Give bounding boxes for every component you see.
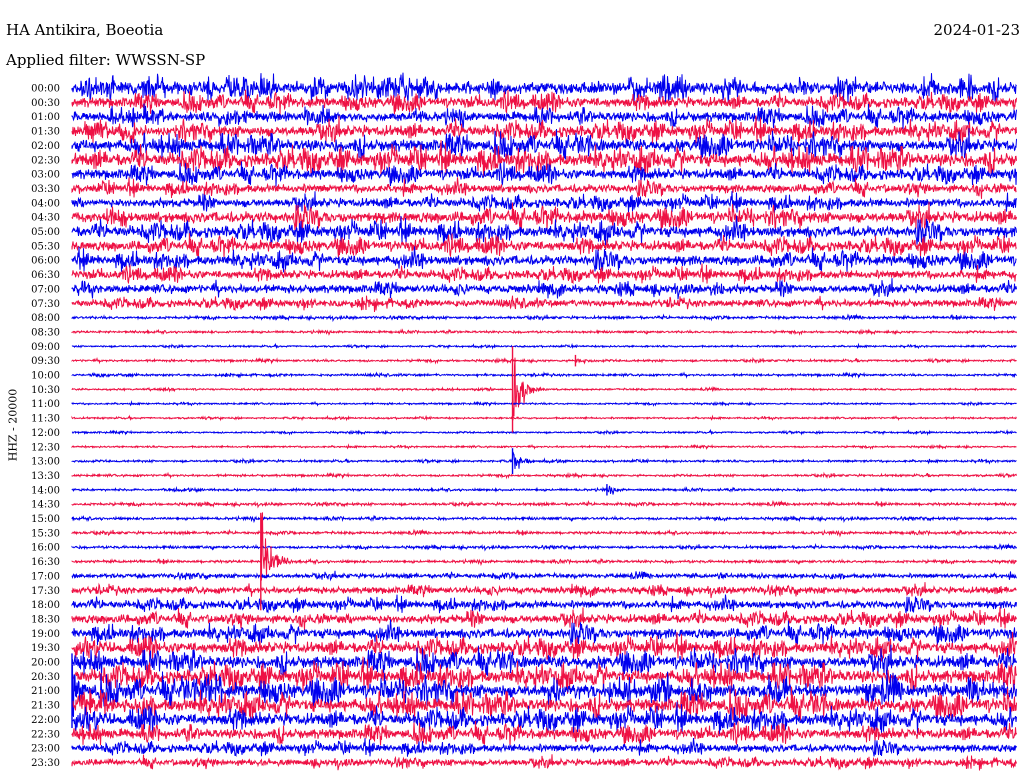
time-tick-label: 05:00 [31, 227, 60, 238]
time-tick-label: 12:00 [31, 428, 60, 439]
time-tick-label: 09:00 [31, 342, 60, 353]
time-tick-label: 22:00 [31, 715, 60, 726]
time-tick-label: 10:30 [31, 385, 60, 396]
trace-line [71, 451, 1017, 470]
time-tick-label: 10:00 [31, 371, 60, 382]
time-tick-label: 07:00 [31, 284, 60, 295]
trace-line [71, 263, 1017, 285]
trace-line [71, 356, 1017, 365]
time-tick-label: 04:30 [31, 213, 60, 224]
time-tick-label: 16:30 [31, 557, 60, 568]
trace-line [71, 528, 1017, 538]
time-tick-label: 03:30 [31, 184, 60, 195]
time-tick-label: 19:30 [31, 643, 60, 654]
time-tick-label: 03:00 [31, 170, 60, 181]
trace-line [71, 342, 1017, 350]
time-tick-label: 08:30 [31, 327, 60, 338]
trace-line [71, 499, 1017, 509]
trace-line [71, 313, 1017, 323]
trace-line [71, 414, 1017, 422]
time-tick-label: 16:00 [31, 543, 60, 554]
trace-line [71, 177, 1017, 199]
trace-line [71, 542, 1017, 552]
time-tick-label: 18:30 [31, 614, 60, 625]
trace-line [71, 371, 1017, 379]
time-tick-label: 17:00 [31, 571, 60, 582]
time-tick-label: 11:00 [31, 399, 60, 410]
trace-line [71, 328, 1017, 336]
time-tick-label: 21:30 [31, 701, 60, 712]
trace-line [71, 89, 1017, 115]
trace-line [71, 428, 1017, 436]
time-tick-label: 07:30 [31, 299, 60, 310]
time-tick-label: 19:00 [31, 629, 60, 640]
time-tick-label: 02:30 [31, 155, 60, 166]
time-tick-label: 23:00 [31, 744, 60, 755]
time-tick-label: 13:30 [31, 471, 60, 482]
trace-group [71, 72, 1017, 771]
trace-line [71, 400, 1017, 407]
time-tick-label: 14:00 [31, 485, 60, 496]
time-tick-label: 04:00 [31, 198, 60, 209]
trace-line [71, 295, 1017, 313]
trace-line [71, 233, 1017, 259]
time-tick-label: 13:00 [31, 457, 60, 468]
trace-line [71, 737, 1017, 758]
time-tick-label: 15:00 [31, 514, 60, 525]
trace-line [71, 582, 1017, 599]
time-tick-label: 18:00 [31, 600, 60, 611]
helicorder-plot: 00:00 00:30 01:00 01:30 02:00 02:30 03:00 03:30… [31, 72, 1017, 771]
time-tick-label: 12:30 [31, 442, 60, 453]
time-tick-label: 06:00 [31, 256, 60, 267]
trace-line [71, 191, 1017, 213]
trace-line [71, 443, 1017, 450]
trace-line [71, 471, 1017, 480]
time-tick-label: 20:00 [31, 658, 60, 669]
trace-line [71, 754, 1017, 771]
time-tick-label: 15:30 [31, 528, 60, 539]
trace-line [71, 278, 1017, 300]
trace-line [71, 594, 1017, 614]
trace-line [71, 485, 1017, 495]
time-tick-label: 09:30 [31, 356, 60, 367]
time-tick-label: 14:30 [31, 500, 60, 511]
time-tick-label: 21:00 [31, 686, 60, 697]
time-tick-label: 20:30 [31, 672, 60, 683]
time-tick-label: 22:30 [31, 729, 60, 740]
trace-line [71, 607, 1017, 631]
trace-line [71, 570, 1017, 582]
time-tick-label: 01:30 [31, 127, 60, 138]
time-tick-label: 02:00 [31, 141, 60, 152]
time-tick-label: 17:30 [31, 586, 60, 597]
time-tick-label: 00:30 [31, 98, 60, 109]
time-tick-label: 08:00 [31, 313, 60, 324]
time-tick-label: 11:30 [31, 414, 60, 425]
time-tick-label: 05:30 [31, 241, 60, 252]
trace-line [71, 357, 1017, 421]
trace-line [71, 514, 1017, 524]
time-tick-label: 00:00 [31, 84, 60, 95]
time-tick-label: 06:30 [31, 270, 60, 281]
tick-label-group: 00:00 00:30 01:00 01:30 02:00 02:30 03:00 03:30… [31, 84, 60, 769]
time-tick-label: 23:30 [31, 758, 60, 769]
time-tick-label: 01:00 [31, 112, 60, 123]
